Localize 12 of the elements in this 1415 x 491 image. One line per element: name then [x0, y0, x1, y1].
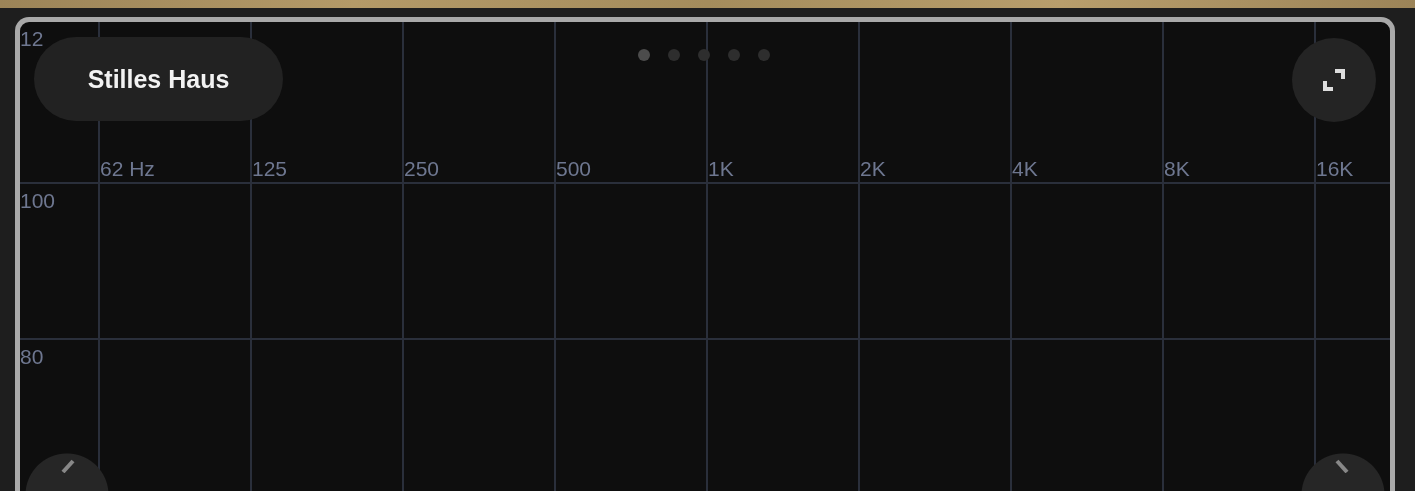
frequency-label: 250 [404, 158, 440, 182]
frequency-label: 8K [1164, 158, 1190, 182]
db-label: 100 [20, 188, 56, 211]
frequency-label: 1K [708, 158, 734, 182]
frequency-label: 500 [556, 158, 592, 182]
frequency-label: 125 [252, 158, 288, 182]
frequency-label: 2K [860, 158, 886, 182]
frequency-label: 16K [1316, 158, 1354, 182]
frequency-label: 4K [1012, 158, 1038, 182]
expand-icon [1321, 67, 1347, 93]
frequency-label: 62 Hz [100, 158, 155, 182]
db-label: 80 [20, 344, 44, 367]
